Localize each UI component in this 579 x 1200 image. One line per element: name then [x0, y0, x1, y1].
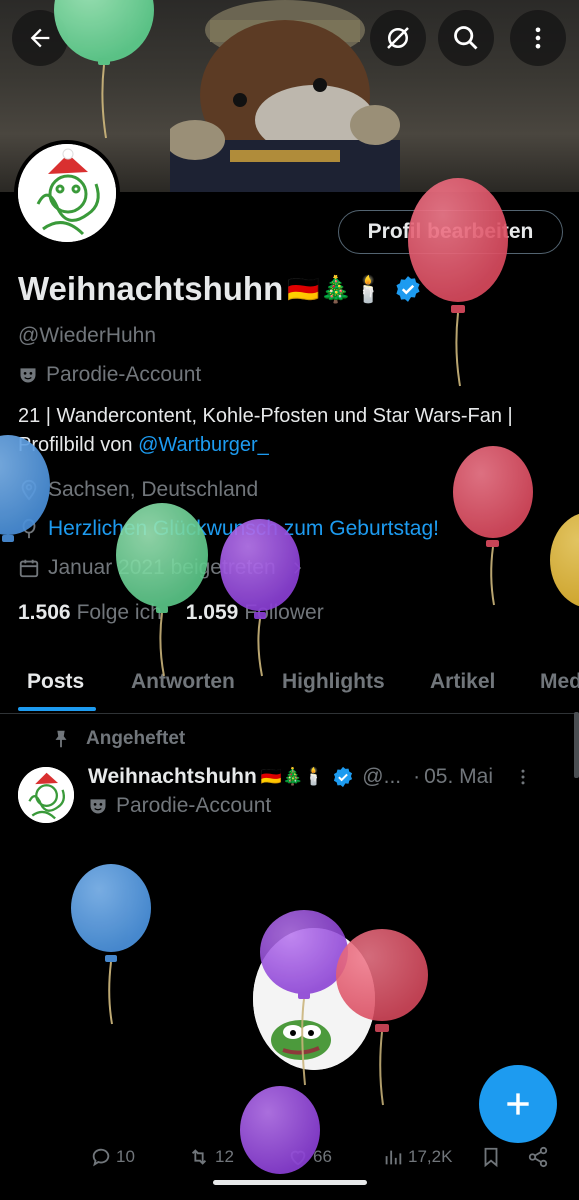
search-icon [454, 26, 478, 50]
like-action[interactable]: 66 [287, 1146, 332, 1168]
repost-action[interactable]: 12 [187, 1146, 234, 1168]
tab-articles[interactable]: Artikel [430, 670, 495, 694]
location-pin-icon [21, 479, 37, 501]
following-stat[interactable]: 1.506 Folge ich [18, 601, 162, 625]
pinned-indicator: Angeheftet [50, 728, 185, 750]
tab-posts[interactable]: Posts [27, 670, 84, 694]
post-actions: 10 12 66 17,2K [0, 1142, 579, 1174]
theater-mask-icon [20, 368, 36, 383]
profile-avatar[interactable] [14, 140, 120, 246]
post-date[interactable]: 05. Mai [424, 765, 493, 789]
bio-mention-link[interactable]: @Wartburger_ [138, 434, 269, 456]
parody-label-text: Parodie-Account [46, 363, 202, 386]
back-button[interactable] [12, 10, 68, 66]
bookmark-icon [484, 1147, 498, 1168]
banner-plush-figure [170, 0, 400, 192]
avatar-drawing [18, 144, 116, 242]
profile-handle: @WiederHuhn [18, 324, 157, 347]
more-button[interactable] [510, 10, 566, 66]
tab-media[interactable]: Med [540, 670, 579, 694]
home-indicator [213, 1180, 367, 1185]
balloon-yellow-right [550, 513, 579, 607]
post-header: Weihnachtshuhn 🇩🇪🎄🕯️ @... · 05. Mai [88, 765, 568, 789]
repost-count: 12 [215, 1147, 234, 1166]
edit-profile-button[interactable]: Profil bearbeiten [338, 210, 563, 254]
repost-icon [191, 1149, 207, 1165]
followers-stat[interactable]: 1.059 Follower [186, 601, 324, 625]
views-chart-icon [385, 1150, 402, 1165]
post-parody-label: Parodie-Account [88, 794, 271, 818]
post-more-icon[interactable] [513, 767, 533, 787]
grok-button[interactable] [370, 10, 426, 66]
tab-replies[interactable]: Antworten [131, 670, 235, 694]
profile-name-text: Weihnachtshuhn [18, 270, 284, 307]
pin-icon [55, 730, 67, 748]
followers-label: Follower [244, 601, 324, 624]
profile-location: Sachsen, Deutschland [18, 478, 258, 502]
post-media-image[interactable] [253, 928, 375, 1070]
parody-label: Parodie-Account [18, 363, 201, 387]
followers-count: 1.059 [185, 601, 239, 624]
balloon-purple-mid [220, 519, 300, 677]
arrow-left-icon [30, 28, 50, 48]
post-author-handle: @... [362, 765, 402, 788]
tab-highlights[interactable]: Highlights [282, 670, 385, 694]
active-tab-indicator [18, 707, 96, 711]
more-vertical-icon [535, 27, 541, 49]
profile-name: Weihnachtshuhn 🇩🇪🎄🕯️ [18, 270, 422, 308]
search-button[interactable] [438, 10, 494, 66]
share-icon [528, 1146, 548, 1168]
post-author-emojis: 🇩🇪🎄🕯️ [260, 767, 325, 786]
balloon-icon [22, 518, 36, 539]
profile-bio: 21 | Wandercontent, Kohle-Pfosten und St… [18, 402, 563, 460]
profile-name-emojis: 🇩🇪🎄🕯️ [287, 273, 385, 304]
balloon-blue-bottom [71, 864, 151, 1025]
birthday-link[interactable]: Herzlichen Glückwunsch zum Geburtstag! [48, 517, 439, 541]
bookmark-action[interactable] [480, 1146, 502, 1168]
profile-tabs: Posts Antworten Highlights Artikel Med [0, 660, 579, 714]
following-count: 1.506 [18, 601, 71, 624]
post-parody-text: Parodie-Account [116, 794, 272, 817]
pinned-label: Angeheftet [86, 728, 186, 749]
profile-joined[interactable]: Januar 2021 beigetreten [18, 556, 306, 580]
follow-stats: 1.506 Folge ich 1.059 Follower [18, 601, 324, 625]
share-action[interactable] [527, 1146, 549, 1168]
theater-mask-icon [90, 799, 106, 814]
verified-badge-icon [396, 276, 420, 302]
location-text: Sachsen, Deutschland [48, 478, 259, 501]
post-author-name[interactable]: Weihnachtshuhn [88, 765, 257, 789]
joined-text: Januar 2021 beigetreten [48, 556, 276, 579]
reply-icon [92, 1148, 110, 1167]
post-author-avatar[interactable] [18, 767, 74, 823]
reply-count: 10 [116, 1147, 135, 1166]
post-separator: · [413, 765, 421, 788]
like-count: 66 [313, 1147, 332, 1166]
plus-icon [507, 1093, 529, 1115]
profile-birthday: Herzlichen Glückwunsch zum Geburtstag! [18, 517, 439, 541]
balloon-red-right [453, 446, 533, 606]
slash-circle-icon [387, 27, 409, 49]
chevron-right-icon [293, 562, 301, 574]
compose-post-button[interactable] [479, 1065, 557, 1143]
scrollbar[interactable] [574, 712, 579, 778]
views-count: 17,2K [408, 1147, 453, 1166]
reply-action[interactable]: 10 [90, 1146, 135, 1168]
pepe-frog-image [253, 928, 375, 1070]
verified-badge-icon [334, 766, 353, 788]
calendar-icon [19, 559, 39, 578]
heart-icon [290, 1150, 306, 1166]
views-action[interactable]: 17,2K [382, 1146, 452, 1168]
following-label: Folge ich [76, 601, 162, 624]
post-avatar-drawing [18, 767, 74, 823]
